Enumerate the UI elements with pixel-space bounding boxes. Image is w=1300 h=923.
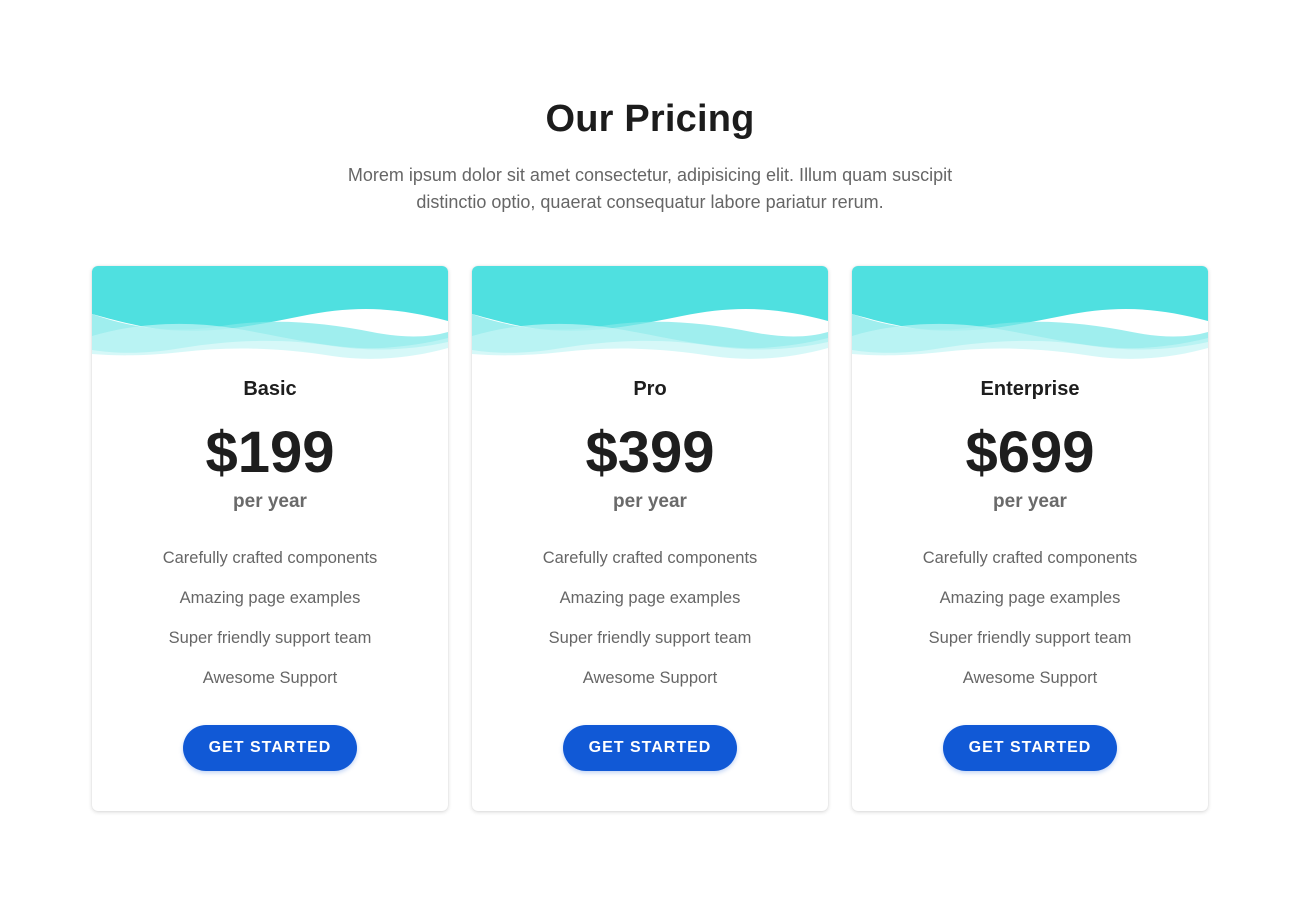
feature-item: Carefully crafted components [922,549,1138,567]
pricing-card-basic: Basic $199 per year Carefully crafted co… [92,266,448,811]
plan-period: per year [233,491,307,512]
page-subtitle: Morem ipsum dolor sit amet consectetur, … [347,165,953,212]
plan-price: $699 [965,420,1095,485]
get-started-button-enterprise[interactable]: GET STARTED [943,725,1117,771]
feature-list: Carefully crafted components Amazing pag… [92,546,448,706]
plan-period: per year [993,491,1067,512]
page-title: Our Pricing [545,98,755,140]
feature-list: Carefully crafted components Amazing pag… [852,546,1208,706]
plan-period: per year [613,491,687,512]
plan-name: Pro [633,378,667,400]
feature-item: Super friendly support team [548,629,752,647]
get-started-button-pro[interactable]: GET STARTED [563,725,737,771]
plan-name: Enterprise [980,378,1080,400]
feature-item: Amazing page examples [939,589,1121,607]
feature-item: Awesome Support [202,669,338,687]
pricing-cards: Basic $199 per year Carefully crafted co… [92,266,1208,811]
feature-item: Carefully crafted components [542,549,758,567]
feature-item: Super friendly support team [928,629,1132,647]
pricing-card-pro: Pro $399 per year Carefully crafted comp… [472,266,828,811]
pricing-section: Our Pricing Morem ipsum dolor sit amet c… [0,0,1300,923]
feature-item: Carefully crafted components [162,549,378,567]
feature-list: Carefully crafted components Amazing pag… [472,546,828,706]
feature-item: Super friendly support team [168,629,372,647]
feature-item: Amazing page examples [179,589,361,607]
get-started-button-basic[interactable]: GET STARTED [183,725,357,771]
wave-decoration [852,266,1208,359]
wave-decoration [472,266,828,359]
wave-decoration [92,266,448,359]
plan-price: $399 [585,420,715,485]
plan-name: Basic [243,378,297,400]
feature-item: Amazing page examples [559,589,741,607]
feature-item: Awesome Support [962,669,1098,687]
feature-item: Awesome Support [582,669,718,687]
plan-price: $199 [205,420,335,485]
pricing-card-enterprise: Enterprise $699 per year Carefully craft… [852,266,1208,811]
